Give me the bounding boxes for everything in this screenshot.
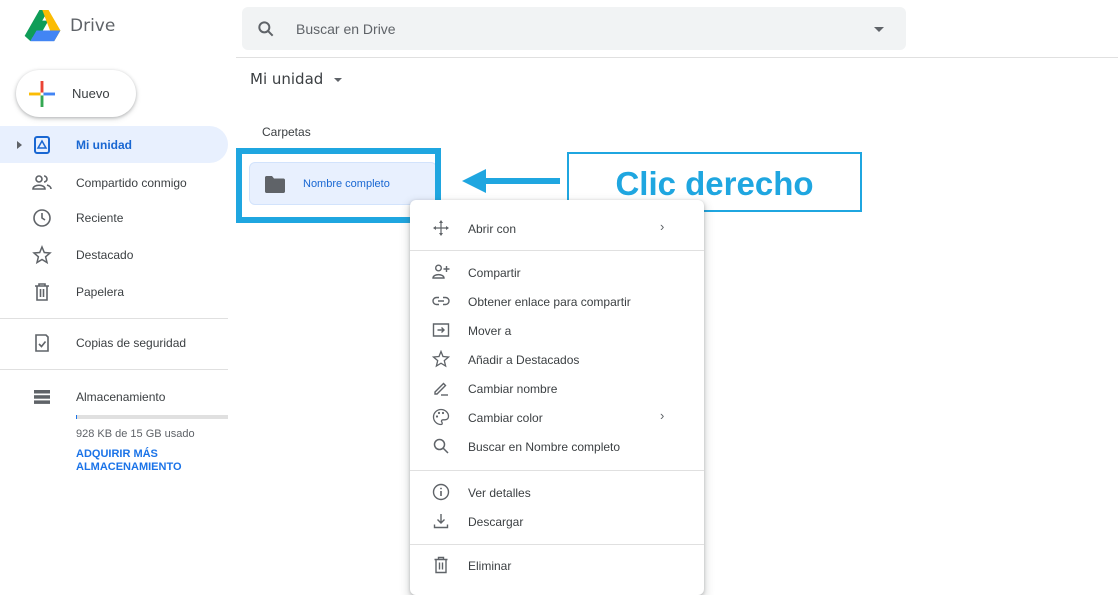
sidebar-divider	[0, 369, 228, 370]
menu-item-buscar-en[interactable]: Buscar en Nombre completo	[410, 432, 704, 461]
app-title: Drive	[70, 16, 116, 36]
sidebar-item-label: Almacenamiento	[76, 390, 166, 404]
breadcrumb[interactable]: Mi unidad	[250, 70, 323, 88]
drive-logo-icon	[24, 10, 61, 42]
menu-item-abrir-con[interactable]: Abrir con ›	[410, 214, 704, 243]
sidebar-item-almacenamiento[interactable]: Almacenamiento	[0, 378, 228, 415]
menu-item-label: Compartir	[468, 266, 521, 280]
menu-item-label: Obtener enlace para compartir	[468, 295, 631, 309]
submenu-chevron-icon: ›	[660, 219, 665, 234]
pencil-icon	[432, 379, 450, 397]
move-to-icon	[432, 321, 450, 339]
storage-usage-fill	[76, 415, 77, 419]
menu-item-eliminar[interactable]: Eliminar	[410, 551, 704, 580]
shared-people-icon	[32, 173, 52, 193]
menu-item-descargar[interactable]: Descargar	[410, 507, 704, 536]
sidebar-item-destacado[interactable]: Destacado	[0, 236, 228, 273]
search-icon	[256, 19, 276, 39]
new-button[interactable]: Nuevo	[16, 70, 136, 117]
menu-item-label: Descargar	[468, 515, 524, 529]
storage-usage-bar	[76, 415, 228, 419]
search-icon	[432, 437, 450, 455]
sidebar-item-label: Papelera	[76, 285, 125, 299]
search-bar[interactable]: Buscar en Drive	[242, 7, 906, 50]
drive-icon	[32, 135, 52, 155]
search-input[interactable]: Buscar en Drive	[296, 21, 396, 37]
section-title: Carpetas	[262, 125, 311, 139]
menu-item-label: Cambiar nombre	[468, 382, 558, 396]
menu-item-compartir[interactable]: Compartir	[410, 258, 704, 287]
trash-icon	[432, 556, 450, 574]
clock-icon	[32, 208, 52, 228]
expand-arrow-icon[interactable]	[17, 141, 22, 149]
sidebar-item-label: Reciente	[76, 211, 124, 225]
annotation-arrow-head	[462, 169, 486, 193]
open-with-icon	[433, 220, 449, 236]
star-outline-icon	[432, 350, 450, 368]
storage-icon	[34, 390, 50, 404]
sidebar-item-reciente[interactable]: Reciente	[0, 199, 228, 236]
sidebar-item-label: Destacado	[76, 248, 134, 262]
menu-item-label: Ver detalles	[468, 486, 531, 500]
annotation-arrow-line	[484, 178, 560, 184]
menu-item-label: Buscar en Nombre completo	[468, 440, 621, 454]
link-icon	[432, 292, 450, 310]
sidebar-item-compartido[interactable]: Compartido conmigo	[0, 164, 228, 201]
drive-logo[interactable]: Drive	[24, 10, 115, 42]
info-icon	[432, 483, 450, 501]
submenu-chevron-icon: ›	[660, 408, 665, 423]
search-options-dropdown-icon[interactable]	[874, 27, 884, 32]
sidebar-item-mi-unidad[interactable]: Mi unidad	[0, 126, 228, 163]
menu-divider	[410, 470, 704, 471]
sidebar-divider	[0, 318, 228, 319]
menu-item-cambiar-color[interactable]: Cambiar color ›	[410, 403, 704, 432]
download-icon	[432, 512, 450, 530]
sidebar-item-label: Compartido conmigo	[76, 176, 187, 190]
menu-item-cambiar-nombre[interactable]: Cambiar nombre	[410, 374, 704, 403]
context-menu: Abrir con › Compartir Obtener enlace par…	[410, 200, 704, 595]
sidebar-item-papelera[interactable]: Papelera	[0, 273, 228, 310]
palette-icon	[432, 408, 450, 426]
backup-icon	[32, 333, 52, 353]
star-icon	[32, 245, 52, 265]
sidebar-item-label: Copias de seguridad	[76, 336, 187, 350]
breadcrumb-dropdown-icon[interactable]	[334, 78, 342, 82]
trash-icon	[32, 282, 52, 302]
menu-item-obtener-enlace[interactable]: Obtener enlace para compartir	[410, 287, 704, 316]
menu-item-destacados[interactable]: Añadir a Destacados	[410, 345, 704, 374]
sidebar-item-copias[interactable]: Copias de seguridad	[0, 324, 228, 361]
storage-usage-text: 928 KB de 15 GB usado	[76, 428, 195, 440]
menu-item-label: Abrir con	[468, 222, 517, 236]
menu-item-ver-detalles[interactable]: Ver detalles	[410, 478, 704, 507]
buy-storage-link[interactable]: ADQUIRIR MÁS ALMACENAMIENTO	[76, 448, 216, 474]
new-button-label: Nuevo	[72, 86, 110, 101]
menu-divider	[410, 250, 704, 251]
plus-icon	[29, 81, 55, 107]
menu-divider	[410, 544, 704, 545]
menu-item-label: Eliminar	[468, 559, 512, 573]
sidebar-item-label: Mi unidad	[76, 138, 132, 152]
share-person-icon	[432, 263, 450, 281]
menu-item-label: Añadir a Destacados	[468, 353, 580, 367]
menu-item-mover-a[interactable]: Mover a	[410, 316, 704, 345]
menu-item-label: Mover a	[468, 324, 512, 338]
callout-text: Clic derecho	[615, 165, 814, 202]
header-divider	[236, 57, 1118, 58]
menu-item-label: Cambiar color	[468, 411, 543, 425]
